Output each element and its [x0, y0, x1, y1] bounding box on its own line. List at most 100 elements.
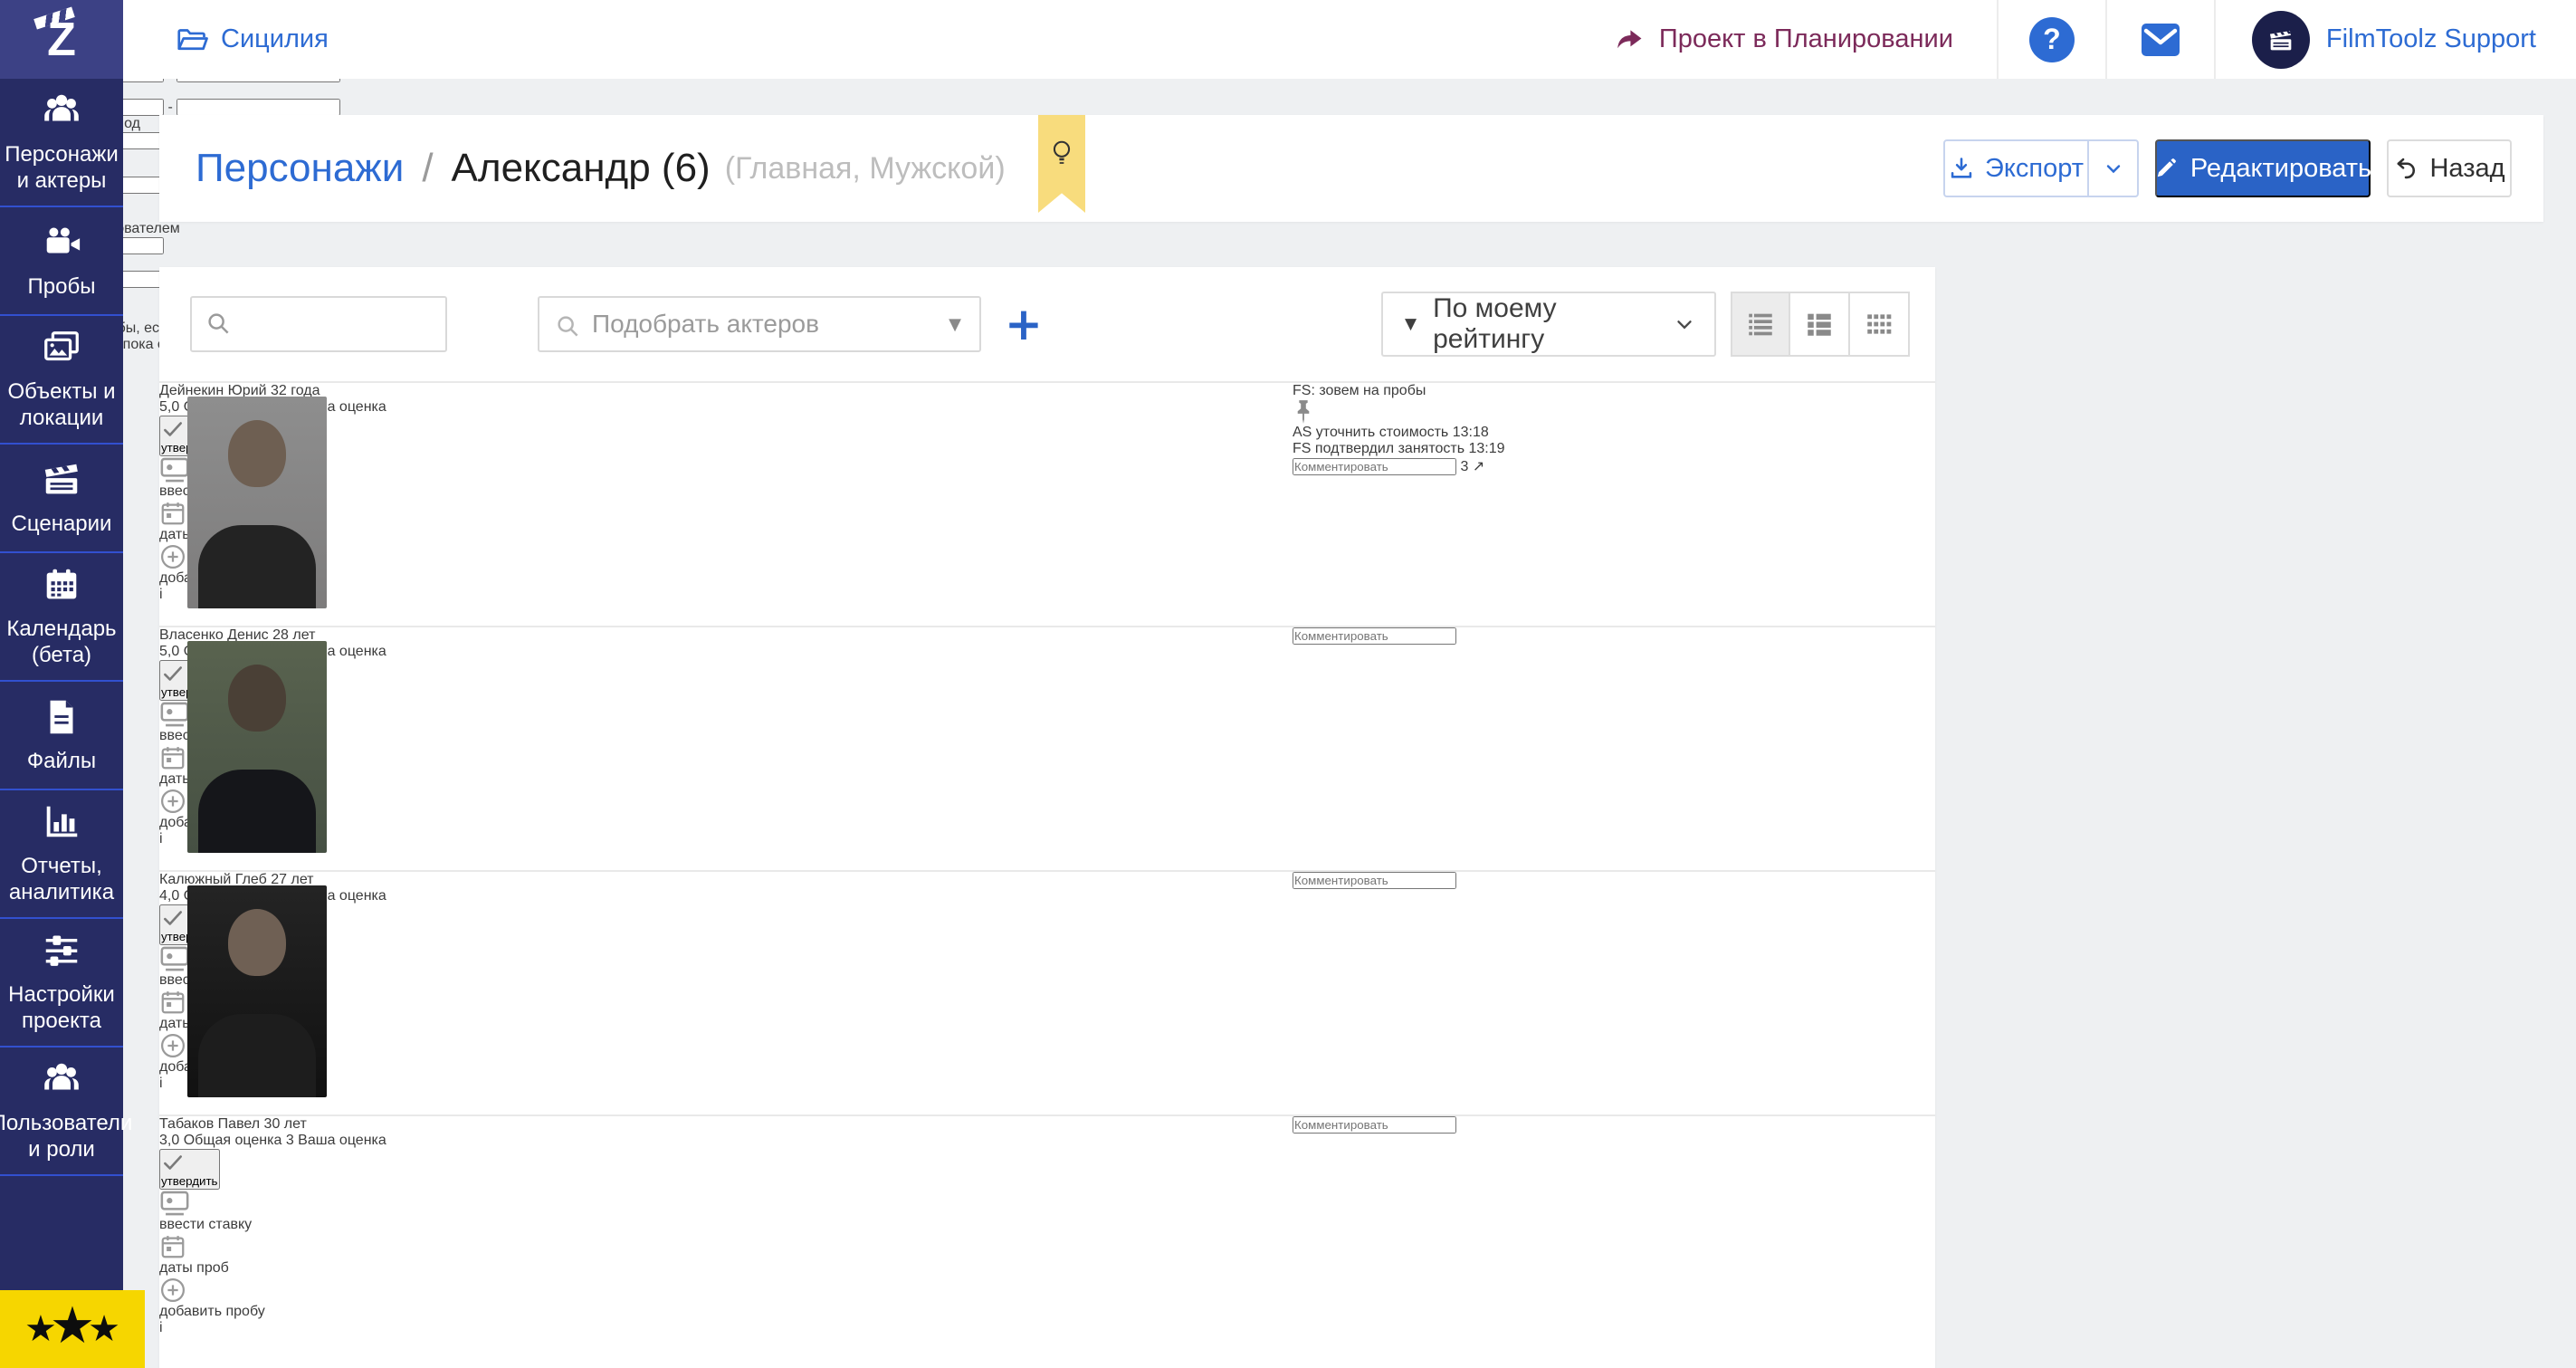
back-button[interactable]: Назад: [2387, 139, 2512, 197]
sidebar-item-label: Настройки проекта: [5, 982, 118, 1035]
help-button[interactable]: ?: [1997, 0, 2105, 79]
search-icon: [205, 310, 232, 337]
topbar: Сицилия Проект в Планировании ? FilmTool…: [123, 0, 2576, 79]
rating-stars-badge[interactable]: ★ ★ ★: [0, 1290, 145, 1368]
breadcrumb-separator: /: [422, 146, 433, 191]
view-list-button[interactable]: [1731, 292, 1790, 357]
comment-input-bar: [1293, 627, 1456, 645]
hint-bookmark[interactable]: [1038, 115, 1085, 213]
add-audition-link[interactable]: добавить пробу: [159, 543, 1293, 587]
comment-input[interactable]: [1293, 872, 1456, 889]
comments-pane: [1293, 1116, 1456, 1368]
enter-rate-link[interactable]: ввести ставку: [159, 701, 1293, 744]
actor-photo[interactable]: [187, 885, 327, 1097]
file-icon: [41, 696, 82, 738]
page-subtitle: (Главная, Мужской): [725, 151, 1006, 187]
search-icon: [554, 312, 581, 340]
sliders-icon: [41, 930, 82, 971]
enter-rate-link[interactable]: ввести ставку: [159, 1190, 1293, 1233]
add-audition-link[interactable]: добавить пробу: [159, 1032, 1293, 1076]
bar-chart-icon: [41, 801, 82, 843]
actor-photo[interactable]: [187, 641, 327, 853]
planning-project-link[interactable]: Проект в Планировании: [1570, 0, 1997, 79]
actor-photo[interactable]: [187, 397, 327, 608]
view-grid-button[interactable]: [1850, 292, 1910, 357]
actor-row: Власенко Денис 28 лет 5,0 Общая оценка 5…: [159, 626, 1935, 870]
message-bubble: подтвердил занятость: [1315, 441, 1465, 456]
audition-dates-link[interactable]: даты проб: [159, 989, 1293, 1032]
pencil-icon: [2154, 157, 2178, 180]
comment-input-bar: [1293, 1116, 1456, 1134]
forward-arrow-icon: [1614, 24, 1645, 55]
comments-pane: FS: зовем на пробы AS уточнить стоимость…: [1293, 383, 1505, 626]
sidebar-item-users-roles[interactable]: Пользователи и роли: [0, 1048, 123, 1176]
project-name: Сицилия: [221, 24, 329, 54]
sidebar-item-calendar[interactable]: Календарь (бета): [0, 553, 123, 682]
audition-dates-link[interactable]: даты проб: [159, 500, 1293, 543]
added-by-title: Добавлено пользователем: [0, 221, 2576, 237]
page-header: Персонажи / Александр (6) (Главная, Мужс…: [159, 115, 2543, 222]
sidebar-item-project-settings[interactable]: Настройки проекта: [0, 919, 123, 1048]
chevron-down-icon: [2103, 158, 2124, 179]
view-detailed-button[interactable]: [1790, 292, 1850, 357]
info-icon[interactable]: i: [159, 587, 1293, 603]
export-button[interactable]: Экспорт: [1943, 139, 2088, 197]
messages-button[interactable]: [2105, 0, 2214, 79]
export-menu-button[interactable]: [2088, 139, 2139, 197]
plus-circle-icon: [159, 1277, 1293, 1304]
comment-input[interactable]: [1293, 458, 1456, 475]
plus-circle-icon: [159, 1032, 1293, 1059]
sort-dropdown[interactable]: ▼ По моему рейтингу: [1381, 292, 1716, 357]
info-icon[interactable]: i: [159, 1076, 1293, 1092]
enter-rate-link[interactable]: ввести ставку: [159, 945, 1293, 989]
actor-row: Табаков Павел 30 лет 3,0 Общая оценка 3 …: [159, 1114, 1935, 1368]
info-icon[interactable]: i: [159, 1320, 1293, 1336]
pick-actors-select[interactable]: Подобрать актеров ▼: [538, 296, 981, 352]
sidebar-item-objects-locations[interactable]: Объекты и локации: [0, 316, 123, 445]
arrow-ne-icon: ↗: [1473, 459, 1484, 474]
actor-row: Калюжный Глеб 27 лет 4,0 Общая оценка 4 …: [159, 870, 1935, 1114]
comment-input[interactable]: [1293, 1116, 1456, 1134]
export-label: Экспорт: [1985, 154, 2084, 184]
sidebar-item-reports[interactable]: Отчеты, аналитика: [0, 790, 123, 919]
sidebar-item-auditions[interactable]: Пробы: [0, 207, 123, 316]
comments-count-badge[interactable]: 3 ↗: [1460, 459, 1484, 474]
enter-rate-link[interactable]: ввести ставку: [159, 456, 1293, 500]
logo-letter: Z: [47, 16, 76, 63]
calendar-icon: [159, 1233, 1293, 1260]
comment-input-bar: 3 ↗: [1293, 457, 1505, 475]
rate-card-icon: [159, 456, 1293, 483]
sidebar-item-scripts[interactable]: Сценарии: [0, 445, 123, 553]
app-logo[interactable]: Z: [0, 0, 123, 79]
user-menu[interactable]: FilmToolz Support: [2214, 0, 2576, 79]
audition-dates-link[interactable]: даты проб: [159, 744, 1293, 788]
avatar: AS: [1293, 425, 1312, 440]
people-icon: [41, 1058, 82, 1100]
plus-circle-icon: [159, 543, 1293, 570]
avg-rating-to-input[interactable]: [177, 99, 340, 116]
folder-icon: [176, 24, 208, 56]
sidebar-item-files[interactable]: Файлы: [0, 682, 123, 790]
actor-photo[interactable]: [187, 1130, 327, 1342]
pin-icon[interactable]: [1293, 399, 1505, 425]
comment-input-bar: [1293, 872, 1456, 889]
edit-button[interactable]: Редактировать: [2155, 139, 2371, 197]
message-time: 13:19: [1468, 441, 1504, 456]
calendar-icon: [159, 500, 1293, 527]
add-audition-link[interactable]: добавить пробу: [159, 788, 1293, 831]
audition-dates-link[interactable]: даты проб: [159, 1233, 1293, 1277]
download-icon: [1949, 156, 1974, 181]
add-actor-button[interactable]: +: [1005, 301, 1043, 347]
info-icon[interactable]: i: [159, 831, 1293, 847]
add-audition-link[interactable]: добавить пробу: [159, 1277, 1293, 1320]
sidebar-item-characters-actors[interactable]: Персонажи и актеры: [0, 79, 123, 207]
comments-pane: [1293, 872, 1456, 1114]
back-label: Назад: [2429, 154, 2504, 184]
caret-down-icon: ▼: [949, 315, 961, 334]
avatar: FS: [1293, 441, 1311, 456]
comment-input[interactable]: [1293, 627, 1456, 645]
overall-rating-circle: 5,0: [159, 399, 179, 415]
project-breadcrumb[interactable]: Сицилия: [123, 0, 329, 79]
caret-down-icon: ▼: [1405, 315, 1417, 333]
breadcrumb-characters-link[interactable]: Персонажи: [196, 146, 404, 191]
